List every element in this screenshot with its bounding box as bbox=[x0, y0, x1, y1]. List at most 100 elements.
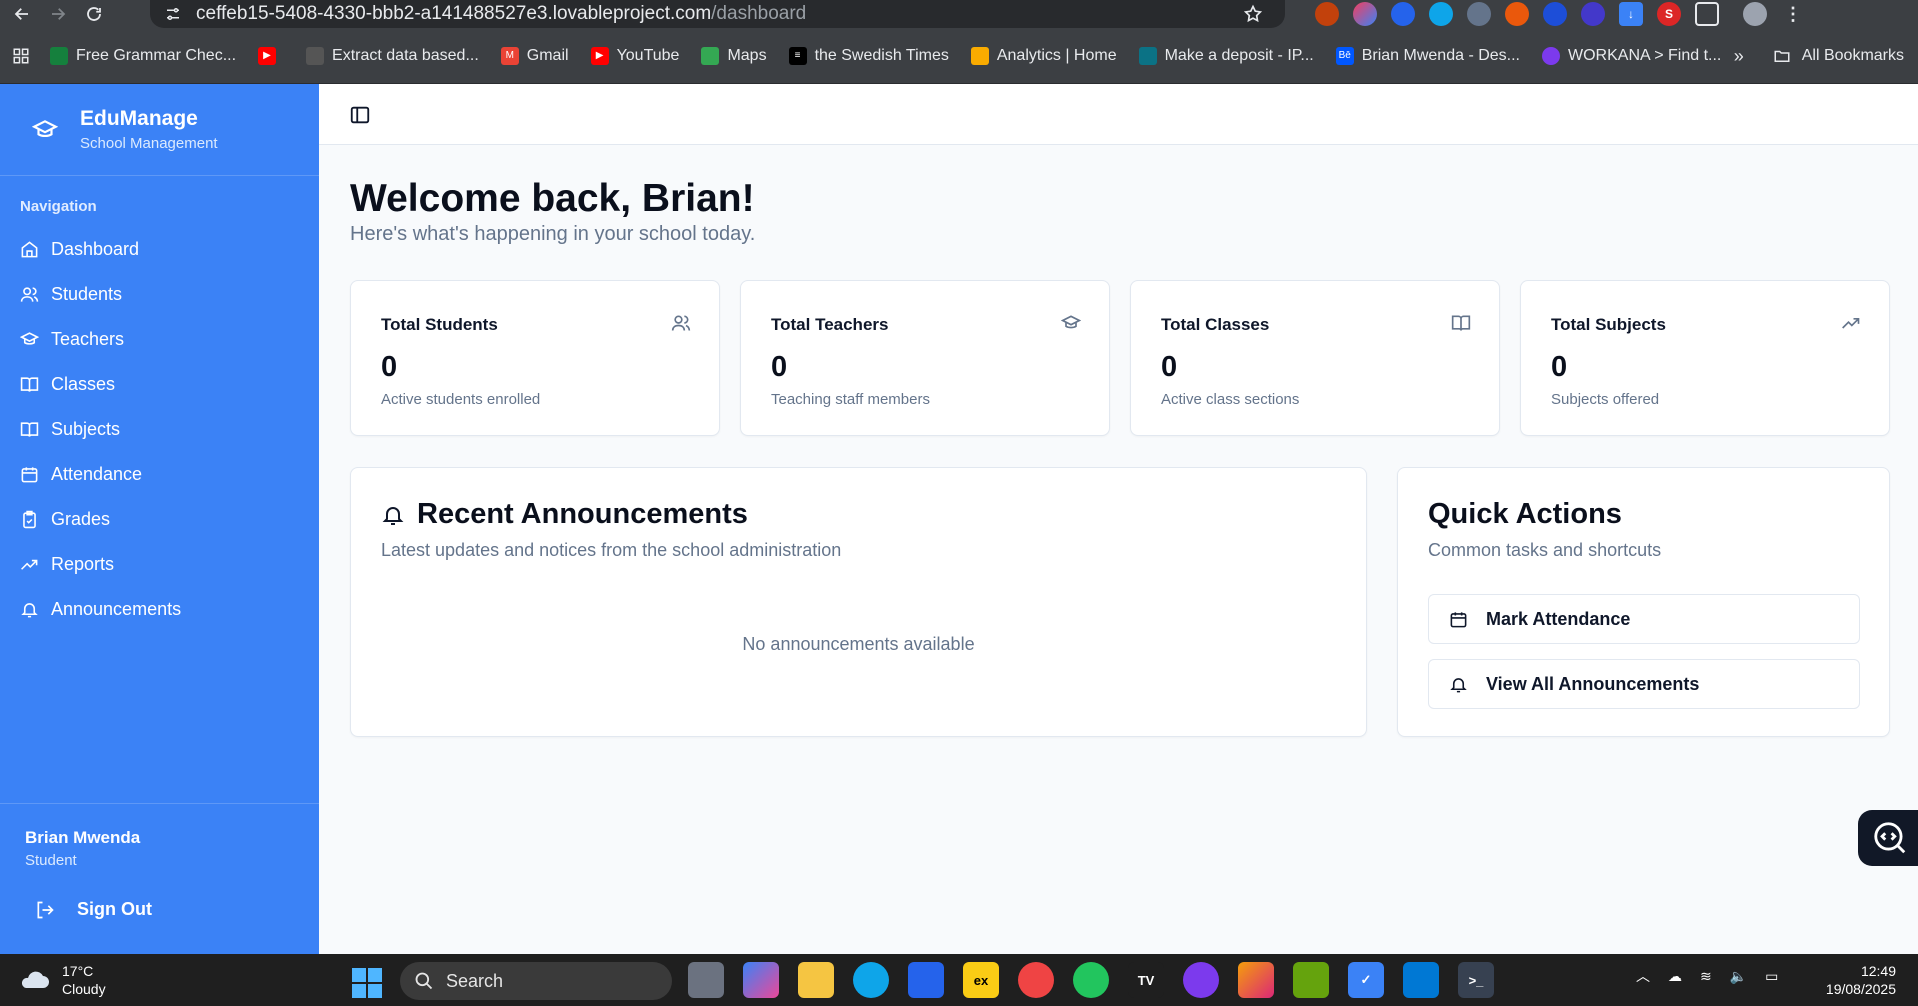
weather-widget[interactable]: 17°C Cloudy bbox=[18, 962, 106, 998]
announcements-card: Recent Announcements Latest updates and … bbox=[350, 467, 1367, 737]
sidebar-item-attendance[interactable]: Attendance bbox=[0, 452, 319, 497]
color-extension-icon[interactable] bbox=[1353, 2, 1377, 26]
bookmark-item[interactable]: ▶ YouTube bbox=[590, 46, 679, 65]
log-out-icon bbox=[37, 901, 54, 918]
forward-button[interactable] bbox=[44, 0, 72, 28]
tradingview-icon[interactable]: TV bbox=[1128, 962, 1164, 998]
download-extension-icon[interactable]: ↓ bbox=[1619, 2, 1643, 26]
bookmark-item[interactable]: Extract data based... bbox=[306, 46, 479, 65]
volume-icon[interactable]: 🔈 bbox=[1730, 968, 1747, 985]
bookmark-item[interactable]: M Gmail bbox=[500, 46, 569, 65]
stat-description: Teaching staff members bbox=[771, 391, 930, 408]
battery-icon[interactable]: ▭ bbox=[1765, 968, 1778, 985]
whatsapp-icon[interactable] bbox=[1073, 962, 1109, 998]
sidebar: EduManage School Management Navigation D… bbox=[0, 84, 319, 954]
book-open-icon bbox=[20, 422, 39, 437]
github-icon[interactable] bbox=[1183, 962, 1219, 998]
sidebar-item-classes[interactable]: Classes bbox=[0, 362, 319, 407]
code-search-icon bbox=[1874, 822, 1906, 854]
address-bar[interactable]: ceffeb15-5408-4330-bbb2-a141488527e3.lov… bbox=[150, 0, 1285, 28]
graduation-cap-icon bbox=[1061, 315, 1081, 329]
bookmark-item[interactable]: Free Grammar Chec... bbox=[50, 46, 236, 65]
brand[interactable]: EduManage School Management bbox=[0, 84, 319, 176]
mask-extension-icon[interactable] bbox=[1543, 2, 1567, 26]
announcements-title: Recent Announcements bbox=[381, 498, 748, 531]
puzzle-icon[interactable] bbox=[1695, 2, 1719, 26]
instagram-icon[interactable] bbox=[1238, 962, 1274, 998]
taskbar-search[interactable]: Search bbox=[400, 962, 672, 1000]
sidebar-item-students[interactable]: Students bbox=[0, 272, 319, 317]
vscode-icon[interactable] bbox=[1403, 962, 1439, 998]
shield-extension-icon[interactable] bbox=[1391, 2, 1415, 26]
bookmark-item[interactable]: Analytics | Home bbox=[970, 46, 1117, 65]
users-icon bbox=[671, 315, 691, 331]
bookmark-item[interactable]: WORKANA > Find t... bbox=[1542, 46, 1721, 65]
profile-avatar[interactable] bbox=[1743, 2, 1767, 26]
bookmark-item[interactable]: ▶ bbox=[258, 46, 284, 65]
vpn-extension-icon[interactable] bbox=[1581, 2, 1605, 26]
chevron-up-icon[interactable]: ︿ bbox=[1636, 966, 1650, 986]
stat-card-subjects: Total Subjects 0 Subjects offered bbox=[1520, 280, 1890, 436]
layers-extension-icon[interactable] bbox=[1505, 2, 1529, 26]
metatrader-icon[interactable] bbox=[1293, 962, 1329, 998]
windows-start-icon[interactable] bbox=[352, 968, 382, 998]
bookmark-item[interactable]: Bē Brian Mwenda - Des... bbox=[1335, 46, 1520, 65]
gmail-favicon: M bbox=[500, 46, 519, 65]
wifi-icon[interactable]: ≋ bbox=[1700, 968, 1712, 985]
sidebar-item-label: Subjects bbox=[51, 419, 121, 439]
view-announcements-button[interactable]: View All Announcements bbox=[1428, 659, 1860, 709]
task-view-icon[interactable] bbox=[688, 962, 724, 998]
book-open-icon bbox=[20, 377, 39, 392]
sidebar-item-teachers[interactable]: Teachers bbox=[0, 317, 319, 362]
bookmark-favicon bbox=[50, 46, 68, 65]
stat-title: Total Subjects bbox=[1551, 315, 1666, 334]
edge-icon[interactable] bbox=[853, 962, 889, 998]
sidebar-item-dashboard[interactable]: Dashboard bbox=[0, 227, 319, 272]
bookmark-item[interactable]: Maps bbox=[701, 46, 767, 65]
cloud-sync-icon[interactable]: ☁ bbox=[1668, 968, 1682, 985]
back-button[interactable] bbox=[8, 0, 36, 28]
site-info-icon[interactable] bbox=[164, 5, 182, 23]
shazam-extension-icon[interactable] bbox=[1429, 2, 1453, 26]
sign-out-button[interactable]: Sign Out bbox=[25, 899, 319, 920]
menu-icon[interactable]: ⋮ bbox=[1781, 2, 1805, 26]
graduation-cap-icon bbox=[20, 332, 39, 345]
clock[interactable]: 12:49 19/08/2025 bbox=[1826, 962, 1896, 998]
star-icon[interactable] bbox=[1243, 4, 1263, 24]
exness-icon[interactable]: ex bbox=[963, 962, 999, 998]
cookie-extension-icon[interactable] bbox=[1315, 2, 1339, 26]
terminal-icon[interactable]: >_ bbox=[1458, 962, 1494, 998]
sidebar-item-announcements[interactable]: Announcements bbox=[0, 587, 319, 632]
bookmark-item[interactable]: Make a deposit - IP... bbox=[1138, 46, 1314, 65]
sidebar-item-reports[interactable]: Reports bbox=[0, 542, 319, 587]
apps-icon[interactable] bbox=[12, 47, 30, 65]
more-bookmarks-icon[interactable]: » bbox=[1734, 46, 1744, 67]
sidebar-item-grades[interactable]: Grades bbox=[0, 497, 319, 542]
s-extension-icon[interactable]: S bbox=[1657, 2, 1681, 26]
youtube-favicon: ▶ bbox=[590, 46, 609, 65]
copilot-icon[interactable] bbox=[743, 962, 779, 998]
bookmarks-bar: Free Grammar Chec... ▶ Extract data base… bbox=[0, 28, 1918, 84]
store-icon[interactable] bbox=[908, 962, 944, 998]
guard-extension-icon[interactable] bbox=[1467, 2, 1491, 26]
bookmark-item[interactable]: ≡ the Swedish Times bbox=[788, 46, 949, 65]
sidebar-item-label: Teachers bbox=[51, 329, 125, 349]
sidebar-toggle-icon[interactable] bbox=[349, 104, 371, 126]
quick-actions-title: Quick Actions bbox=[1428, 498, 1622, 530]
brand-title: EduManage bbox=[80, 107, 198, 130]
code-inspector-button[interactable] bbox=[1858, 810, 1918, 866]
sidebar-item-label: Attendance bbox=[51, 464, 143, 484]
sign-out-label: Sign Out bbox=[77, 899, 152, 919]
sidebar-item-subjects[interactable]: Subjects bbox=[0, 407, 319, 452]
bookmark-favicon bbox=[1542, 46, 1560, 65]
page-title: Welcome back, Brian! bbox=[350, 177, 755, 220]
todo-icon[interactable]: ✓ bbox=[1348, 962, 1384, 998]
chrome-icon[interactable] bbox=[1018, 962, 1054, 998]
all-bookmarks[interactable]: » All Bookmarks bbox=[1734, 28, 1904, 84]
stat-title: Total Teachers bbox=[771, 315, 889, 334]
file-explorer-icon[interactable] bbox=[798, 962, 834, 998]
reload-button[interactable] bbox=[80, 0, 108, 28]
bookmark-favicon: ≡ bbox=[788, 46, 807, 65]
cloud-icon bbox=[21, 971, 49, 988]
mark-attendance-button[interactable]: Mark Attendance bbox=[1428, 594, 1860, 644]
